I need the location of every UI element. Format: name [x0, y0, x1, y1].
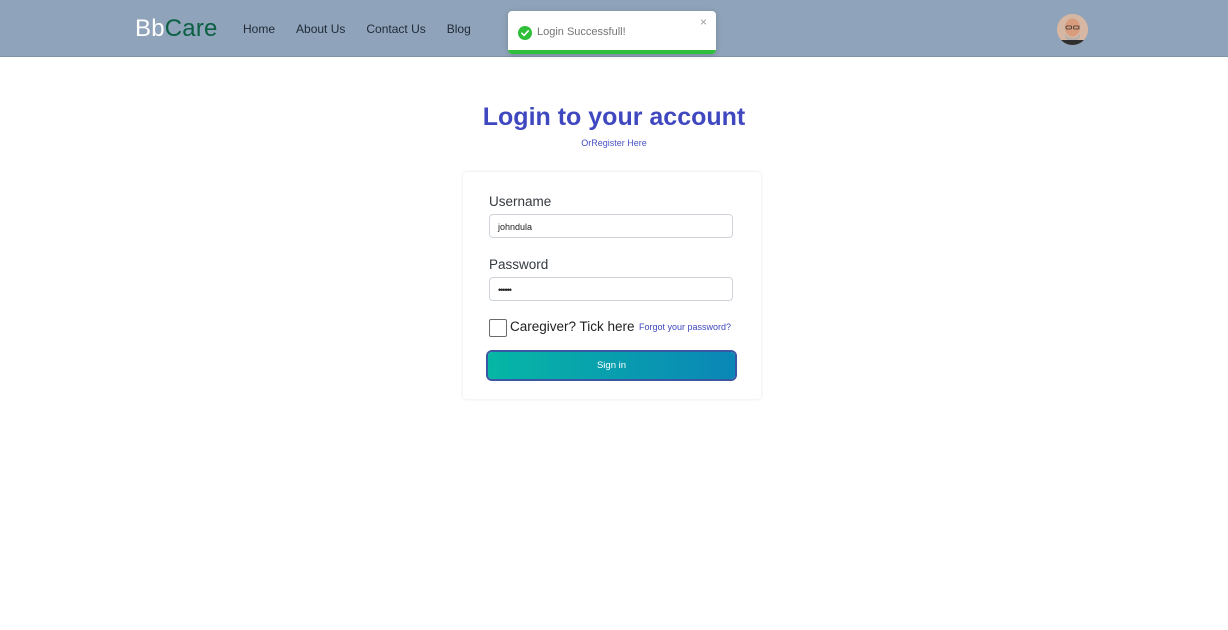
or-text: Or [581, 138, 592, 148]
sign-in-button[interactable]: Sign in [488, 352, 735, 379]
user-avatar[interactable] [1057, 14, 1088, 45]
page-title: Login to your account [482, 103, 746, 131]
caregiver-label: Caregiver? Tick here [510, 319, 635, 334]
register-link[interactable]: Register Here [591, 138, 647, 148]
register-prompt: OrRegister Here [0, 138, 1228, 149]
brand-logo[interactable]: BbCare [135, 15, 218, 43]
brand-part-2: Care [164, 15, 218, 42]
toast-progress-bar [508, 50, 716, 54]
username-label: Username [489, 194, 552, 209]
check-circle-icon [518, 26, 532, 40]
nav-about-us[interactable]: About Us [296, 22, 345, 36]
nav-contact-us[interactable]: Contact Us [366, 22, 425, 36]
password-label: Password [489, 257, 549, 272]
nav-home[interactable]: Home [243, 22, 275, 36]
toast-close-icon[interactable]: × [700, 16, 707, 28]
toast-message: Login Successfull! [537, 26, 626, 38]
caregiver-checkbox[interactable] [489, 319, 507, 337]
login-card: Username johndula Password •••••• Caregi… [463, 172, 761, 399]
forgot-password-link[interactable]: Forgot your password? [639, 322, 731, 333]
nav-blog[interactable]: Blog [447, 22, 471, 36]
success-toast: Login Successfull! × [508, 11, 716, 54]
username-input[interactable]: johndula [489, 214, 733, 238]
avatar-icon [1057, 14, 1088, 45]
password-input[interactable]: •••••• [489, 277, 733, 301]
nav-links: Home About Us Contact Us Blog [243, 22, 492, 36]
brand-part-1: Bb [135, 15, 165, 42]
